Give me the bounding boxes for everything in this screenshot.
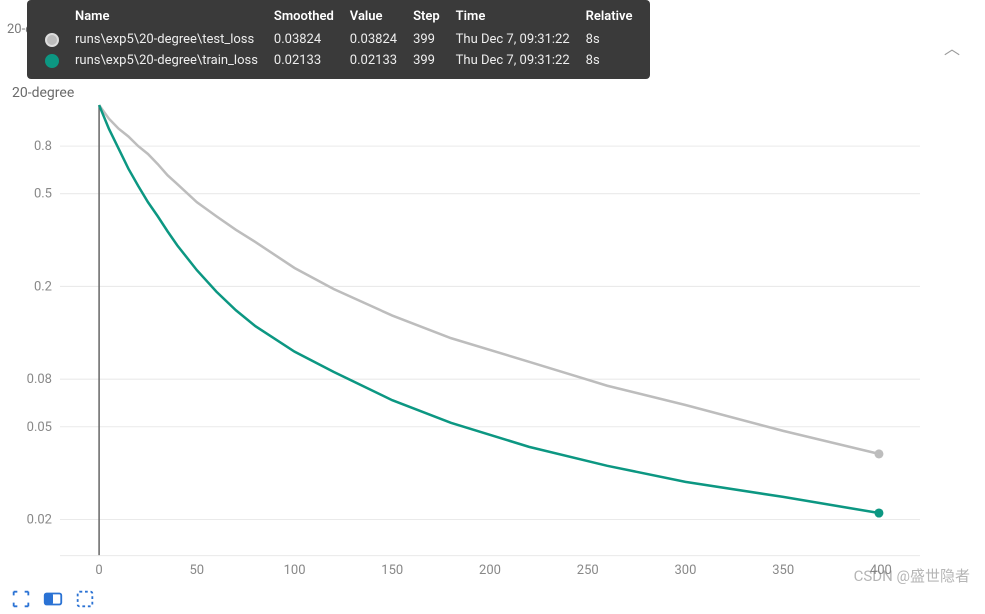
chart-toolbar <box>10 588 96 606</box>
svg-text:0.08: 0.08 <box>27 372 52 387</box>
col-value: Value <box>342 6 405 29</box>
col-smoothed: Smoothed <box>266 6 342 29</box>
cell-step: 399 <box>405 50 448 71</box>
line-chart[interactable]: 0.02 0.05 0.08 0.2 0.5 0.8 0 50 100 150 200 250 300 3… <box>5 100 975 586</box>
watermark-text: CSDN @盛世隐者 <box>854 565 970 586</box>
chevron-up-icon[interactable]: ︿ <box>944 35 960 59</box>
col-name: Name <box>67 6 266 29</box>
cell-time: Thu Dec 7, 09:31:22 <box>448 50 578 71</box>
swatch-icon <box>45 54 59 68</box>
cell-relative: 8s <box>578 50 641 71</box>
svg-text:250: 250 <box>577 563 599 578</box>
chart-subtitle: 20-degree <box>12 85 74 101</box>
cell-step: 399 <box>405 29 448 50</box>
swatch-icon <box>45 33 59 47</box>
cell-name: runs\exp5\20-degree\test_loss <box>67 29 266 50</box>
svg-text:0: 0 <box>95 563 102 578</box>
tooltip-row: runs\exp5\20-degree\train_loss 0.02133 0… <box>37 50 640 71</box>
svg-text:0.8: 0.8 <box>34 139 52 154</box>
cell-smoothed: 0.03824 <box>266 29 342 50</box>
svg-text:350: 350 <box>772 563 794 578</box>
svg-text:50: 50 <box>190 563 205 578</box>
svg-text:100: 100 <box>284 563 306 578</box>
cell-name: runs\exp5\20-degree\train_loss <box>67 50 266 71</box>
toggle-yaxis-icon[interactable] <box>42 588 64 606</box>
cell-value: 0.03824 <box>342 29 405 50</box>
hover-tooltip: Name Smoothed Value Step Time Relative r… <box>27 0 650 79</box>
svg-text:0.05: 0.05 <box>27 420 52 435</box>
cell-value: 0.02133 <box>342 50 405 71</box>
svg-text:300: 300 <box>674 563 696 578</box>
tooltip-table: Name Smoothed Value Step Time Relative r… <box>37 6 640 71</box>
svg-text:0.5: 0.5 <box>34 187 52 202</box>
cell-smoothed: 0.02133 <box>266 50 342 71</box>
chart-svg: 0.02 0.05 0.08 0.2 0.5 0.8 0 50 100 150 200 250 300 3… <box>5 100 975 586</box>
svg-text:200: 200 <box>479 563 501 578</box>
col-step: Step <box>405 6 448 29</box>
fit-domain-icon[interactable] <box>74 588 96 606</box>
cell-relative: 8s <box>578 29 641 50</box>
col-time: Time <box>448 6 578 29</box>
col-swatch <box>37 6 67 29</box>
tooltip-row: runs\exp5\20-degree\test_loss 0.03824 0.… <box>37 29 640 50</box>
expand-icon[interactable] <box>10 588 32 606</box>
cell-time: Thu Dec 7, 09:31:22 <box>448 29 578 50</box>
col-relative: Relative <box>578 6 641 29</box>
svg-text:150: 150 <box>381 563 403 578</box>
svg-text:0.2: 0.2 <box>34 279 52 294</box>
svg-text:0.02: 0.02 <box>27 513 52 528</box>
